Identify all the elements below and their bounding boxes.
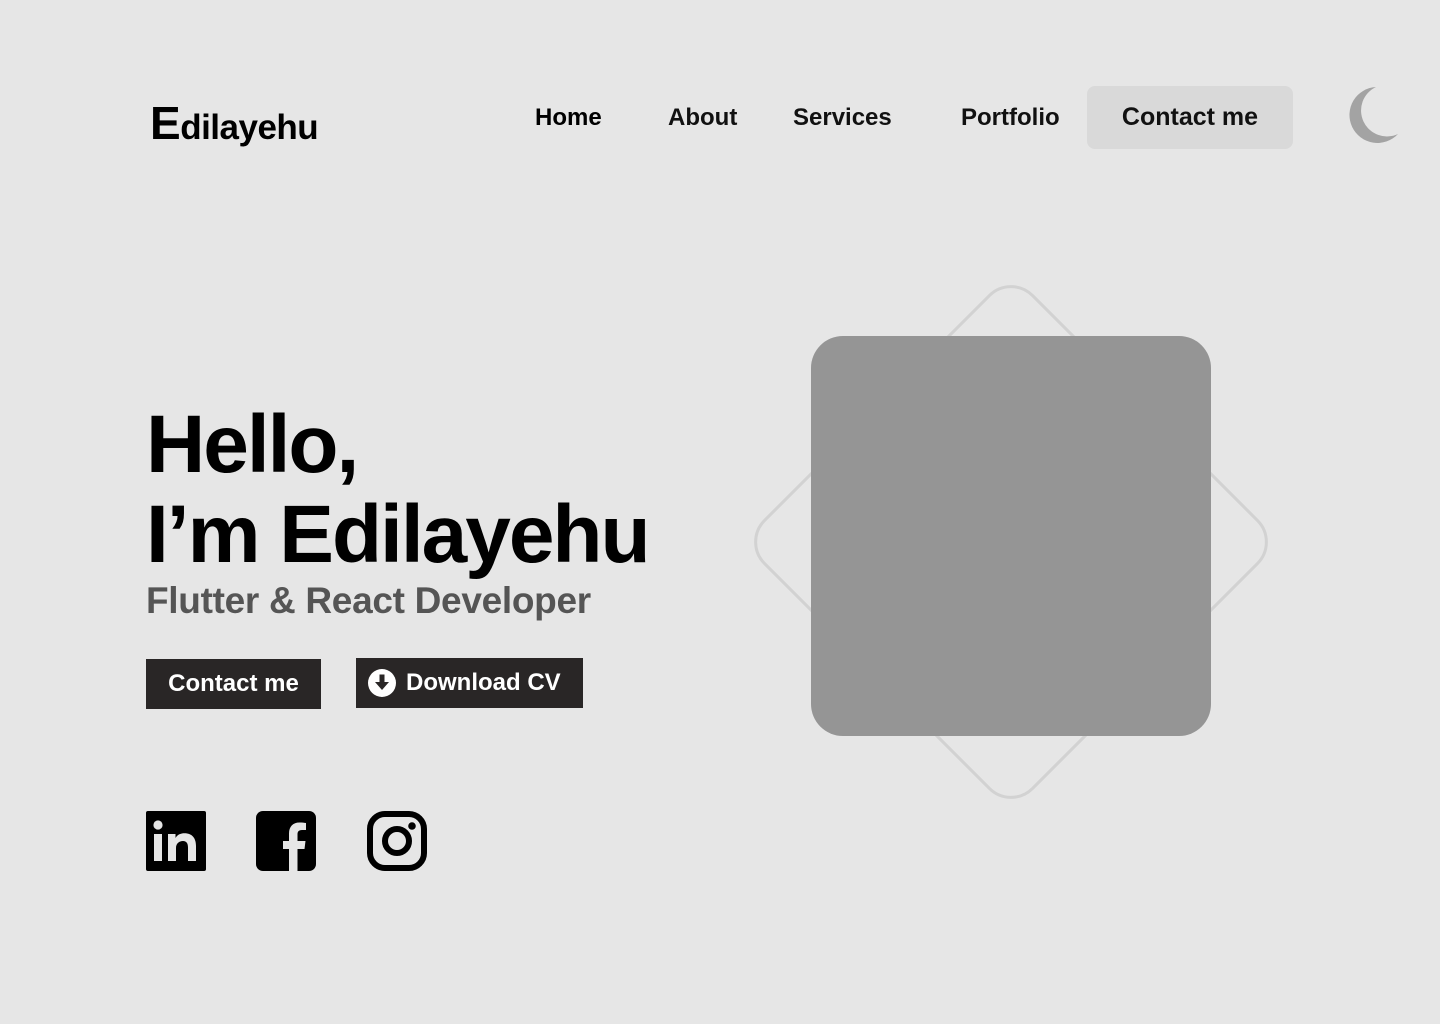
nav-contact-label: Contact me	[1121, 103, 1259, 131]
download-cv-label: Download CV	[406, 669, 561, 696]
facebook-link[interactable]	[256, 811, 316, 871]
facebook-icon	[256, 811, 316, 871]
profile-photo-placeholder	[811, 336, 1211, 736]
linkedin-icon	[146, 811, 206, 871]
logo-text: dilayehu	[180, 108, 319, 147]
nav-contact-button[interactable]: Contact me	[1087, 86, 1293, 149]
moon-icon	[1349, 87, 1398, 143]
hero-greeting: Hello,	[146, 399, 359, 490]
nav-services[interactable]: Services	[793, 104, 892, 132]
logo-initial: E	[150, 97, 181, 149]
linkedin-link[interactable]	[146, 811, 206, 871]
hero-role: Flutter & React Developer	[146, 580, 591, 621]
contact-button[interactable]: Contact me	[146, 659, 321, 709]
instagram-link[interactable]	[367, 811, 427, 871]
hero-name: I’m Edilayehu	[146, 489, 651, 580]
download-circle-icon	[368, 669, 396, 697]
nav-portfolio[interactable]: Portfolio	[961, 104, 1060, 132]
download-cv-button[interactable]: Download CV	[356, 658, 583, 708]
contact-button-label: Contact me	[168, 670, 299, 697]
logo[interactable]: Edilayehu	[150, 97, 319, 149]
instagram-icon	[367, 811, 427, 871]
theme-toggle-button[interactable]	[1346, 86, 1400, 144]
nav-about[interactable]: About	[668, 104, 737, 132]
nav-home[interactable]: Home	[535, 104, 602, 132]
page: Edilayehu Home About Services Portfolio …	[0, 0, 1440, 1024]
